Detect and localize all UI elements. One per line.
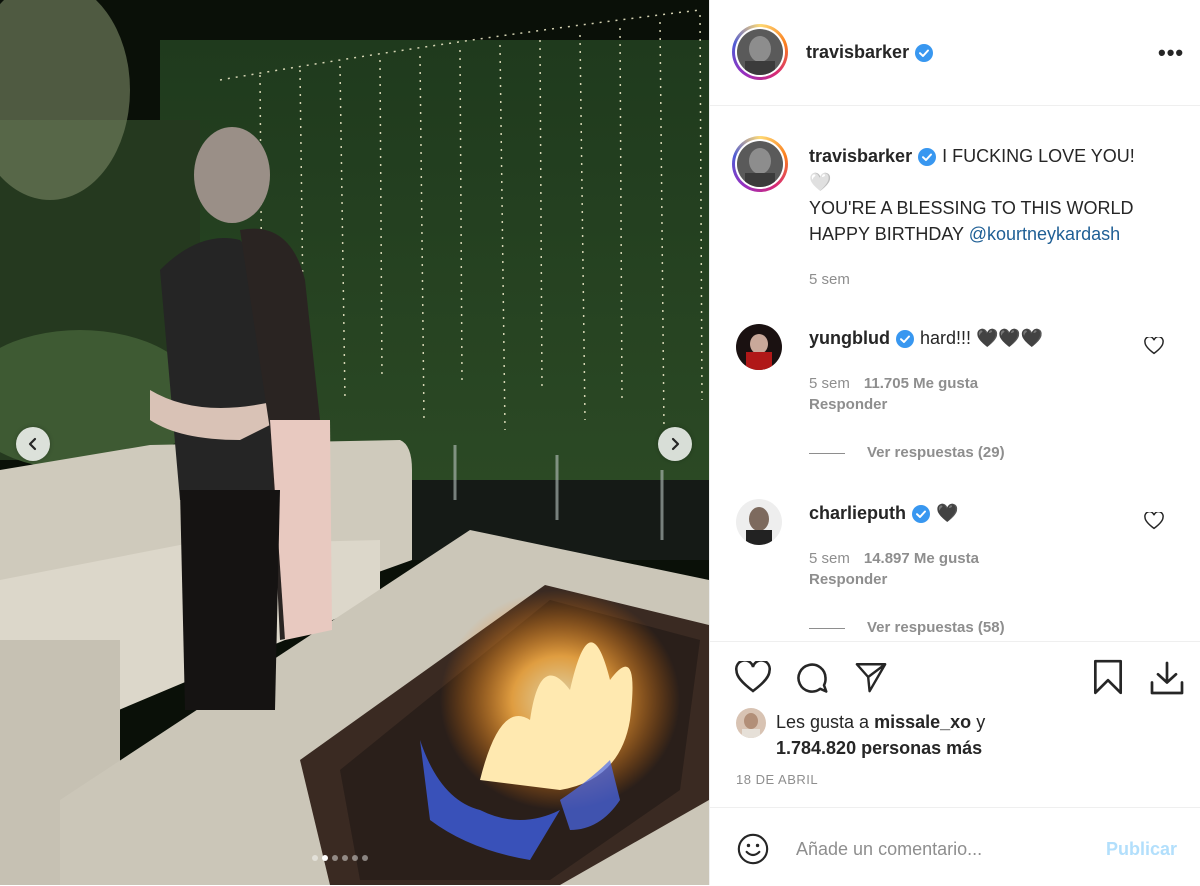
carousel-indicator: [312, 855, 368, 861]
view-replies-button[interactable]: Ver respuestas (58): [809, 619, 1005, 637]
share-button[interactable]: [853, 660, 889, 699]
photo-scene: [0, 0, 709, 885]
bookmark-icon: [1093, 659, 1123, 695]
comment-likes-count[interactable]: 11.705 Me gusta: [864, 375, 978, 392]
carousel-dot: [322, 855, 328, 861]
avatar-image: [737, 29, 783, 75]
likes-summary: Les gusta a missale_xo y 1.784.820 perso…: [776, 709, 985, 761]
comment-icon: [797, 663, 828, 693]
carousel-dot: [312, 855, 318, 861]
download-button[interactable]: [1148, 660, 1186, 701]
caption-author-avatar[interactable]: [732, 136, 788, 192]
replies-divider: [809, 452, 845, 454]
view-replies-label[interactable]: Ver respuestas (29): [867, 444, 1005, 461]
carousel-next-button[interactable]: [658, 427, 692, 461]
like-button[interactable]: [735, 659, 771, 699]
verified-icon: [912, 505, 931, 524]
carousel-dot: [342, 855, 348, 861]
likes-conjunction: y: [976, 712, 986, 732]
save-button[interactable]: [1091, 658, 1125, 701]
carousel-dot: [362, 855, 368, 861]
caption-line-4: HAPPY BIRTHDAY: [809, 224, 964, 244]
verified-icon: [915, 44, 934, 63]
comment-body: yungblud hard!!! 🖤🖤🖤: [809, 328, 1043, 349]
heart-icon: [1144, 335, 1164, 355]
view-replies-button[interactable]: Ver respuestas (29): [809, 444, 1005, 461]
likes-count-others[interactable]: 1.784.820 personas más: [776, 738, 982, 758]
comment-body: charlieputh 🖤: [809, 503, 958, 524]
author-username[interactable]: travisbarker: [806, 42, 934, 63]
comment-username[interactable]: charlieputh: [809, 503, 906, 523]
post-photo[interactable]: [0, 0, 709, 885]
verified-icon: [918, 148, 937, 167]
liker-avatar[interactable]: [736, 708, 766, 738]
comment-text: hard!!! 🖤🖤🖤: [919, 328, 1044, 348]
post-caption: travisbarker I FUCKING LOVE YOU! 🤍 YOU'RE…: [809, 143, 1189, 247]
comment-username[interactable]: yungblud: [809, 328, 890, 348]
caption-line-1: I FUCKING LOVE YOU!: [942, 146, 1135, 166]
publish-button[interactable]: Publicar: [1106, 839, 1177, 860]
comment-button[interactable]: [794, 660, 830, 701]
carousel-dot: [332, 855, 338, 861]
heart-icon: [1144, 510, 1164, 530]
verified-icon: [895, 330, 914, 349]
more-options-button[interactable]: •••: [1158, 40, 1184, 66]
chevron-right-icon: [671, 437, 680, 451]
more-icon: •••: [1158, 40, 1185, 65]
comment-likes-count[interactable]: 14.897 Me gusta: [864, 550, 979, 567]
emoji-icon: [737, 833, 769, 865]
caption-mention-link[interactable]: @kourtneykardash: [969, 224, 1120, 244]
carousel-dot: [352, 855, 358, 861]
comment-meta: 5 sem 14.897 Me gusta: [809, 550, 979, 567]
heart-icon: [735, 659, 771, 693]
post-date[interactable]: 18 DE ABRIL: [736, 772, 818, 787]
avatar-image: [736, 324, 782, 370]
caption-username[interactable]: travisbarker: [809, 146, 912, 166]
replies-divider: [809, 627, 845, 629]
author-username-text[interactable]: travisbarker: [806, 42, 909, 62]
liker-username[interactable]: missale_xo: [874, 712, 971, 732]
comment-timestamp[interactable]: 5 sem: [809, 375, 850, 392]
caption-line-3: YOU'RE A BLESSING TO THIS WORLD: [809, 198, 1134, 218]
comment-meta: 5 sem 11.705 Me gusta: [809, 375, 978, 392]
post-side-panel: travisbarker ••• travisbarker I FUCKING L…: [709, 0, 1200, 885]
reply-button[interactable]: Responder: [809, 396, 887, 413]
emoji-button[interactable]: [736, 832, 770, 871]
comment-like-button[interactable]: [1144, 510, 1164, 535]
caption-line-2: 🤍: [809, 172, 832, 192]
avatar-image: [736, 708, 766, 738]
share-icon: [855, 663, 887, 693]
comment-timestamp[interactable]: 5 sem: [809, 550, 850, 567]
chevron-left-icon: [28, 437, 37, 451]
comment-avatar-charlieputh[interactable]: [736, 499, 782, 545]
carousel-prev-button[interactable]: [16, 427, 50, 461]
reply-button[interactable]: Responder: [809, 571, 887, 588]
post-header: travisbarker •••: [710, 0, 1200, 106]
avatar-image: [737, 141, 783, 187]
download-icon: [1150, 661, 1184, 695]
comment-avatar-yungblud[interactable]: [736, 324, 782, 370]
caption-timestamp[interactable]: 5 sem: [809, 271, 850, 288]
comment-like-button[interactable]: [1144, 335, 1164, 360]
comment-input[interactable]: [794, 833, 1098, 865]
author-avatar[interactable]: [732, 24, 788, 80]
avatar-image: [736, 499, 782, 545]
likes-prefix: Les gusta a: [776, 712, 870, 732]
view-replies-label[interactable]: Ver respuestas (58): [867, 619, 1005, 636]
comment-text: 🖤: [936, 503, 959, 523]
comment-composer: Publicar: [710, 807, 1200, 886]
